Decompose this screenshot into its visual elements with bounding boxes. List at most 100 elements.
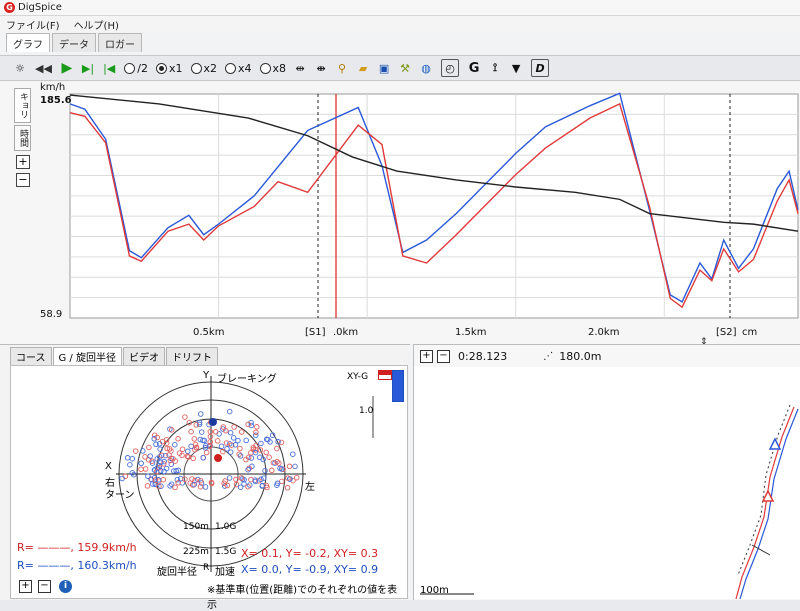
turn-label: ターン bbox=[105, 490, 135, 501]
course-toolbar: + − 0:28.123 ⋰ 180.0m bbox=[414, 347, 800, 365]
search-icon[interactable]: ⚲ bbox=[336, 59, 348, 77]
ring-225m-label: 225m bbox=[183, 547, 209, 557]
tab-video[interactable]: ビデオ bbox=[122, 347, 165, 366]
y-unit-label: km/h bbox=[40, 82, 66, 93]
r-blue-readout: R= ———, 160.3km/h bbox=[17, 559, 137, 572]
tab-time[interactable]: 時間 bbox=[14, 125, 31, 151]
g-point bbox=[138, 466, 144, 472]
save-icon[interactable]: ▣ bbox=[378, 59, 390, 77]
main-tabs: グラフ データ ロガー bbox=[6, 33, 144, 52]
tab-g-radius[interactable]: G / 旋回半径 bbox=[52, 347, 122, 366]
ring-15g-label: 1.5G bbox=[215, 547, 237, 557]
tab-logger[interactable]: ロガー bbox=[98, 33, 142, 52]
g-point bbox=[146, 444, 152, 451]
wand-icon[interactable]: ⚒ bbox=[399, 59, 411, 77]
speed-x4-radio[interactable]: x4 bbox=[225, 62, 252, 75]
speed-half-radio[interactable]: /2 bbox=[124, 62, 148, 75]
tab-data[interactable]: データ bbox=[52, 33, 96, 52]
d-button[interactable]: D bbox=[531, 59, 550, 77]
speed-x8-radio[interactable]: x8 bbox=[259, 61, 287, 75]
info-icon[interactable]: i bbox=[59, 580, 72, 593]
g-point bbox=[237, 484, 244, 490]
expand-horizontal-icon[interactable]: ⇹ bbox=[294, 59, 306, 77]
play-icon[interactable]: ▶ bbox=[61, 59, 73, 77]
plot-area bbox=[69, 93, 799, 319]
stopwatch-icon[interactable]: ◴ bbox=[441, 59, 460, 77]
red-g-marker bbox=[214, 454, 222, 462]
g-point bbox=[182, 414, 188, 420]
bottom-left-tabs: コース G / 旋回半径 ビデオ ドリフト bbox=[10, 347, 219, 366]
xy-g-label: XY-G bbox=[347, 372, 369, 382]
blue-g-marker bbox=[209, 418, 217, 426]
tab-course[interactable]: コース bbox=[10, 347, 52, 366]
g-point bbox=[122, 473, 129, 479]
g-point bbox=[226, 408, 233, 415]
g-point bbox=[269, 467, 275, 474]
x-tick-s2: [S2] bbox=[716, 327, 737, 338]
g-point bbox=[172, 441, 178, 448]
g-point bbox=[290, 451, 296, 457]
g-point bbox=[172, 484, 178, 491]
radio-circle-icon bbox=[190, 62, 202, 74]
speed-x2-radio[interactable]: x2 bbox=[190, 62, 217, 75]
step-forward-icon[interactable]: ▶| bbox=[82, 59, 94, 77]
tab-graph[interactable]: グラフ bbox=[6, 33, 50, 52]
speed-x8-label: x8 bbox=[272, 61, 287, 75]
speed-chart[interactable] bbox=[0, 82, 800, 344]
zoom-out-button[interactable]: − bbox=[16, 173, 30, 187]
g-point bbox=[191, 436, 198, 442]
distance-icon: ⋰ bbox=[543, 350, 554, 362]
g-point bbox=[238, 429, 245, 435]
g-zoom-out-button[interactable]: − bbox=[38, 580, 51, 593]
app-window: G DigSpice ファイル(F) ヘルプ(H) グラフ データ ロガー ☼ … bbox=[0, 0, 800, 611]
g-point bbox=[284, 485, 291, 491]
g-point bbox=[248, 455, 255, 461]
course-map[interactable] bbox=[414, 367, 800, 599]
g-point bbox=[292, 463, 298, 470]
g-point bbox=[266, 454, 272, 460]
step-back-icon[interactable]: |◀ bbox=[103, 59, 115, 77]
xy-g-bar bbox=[392, 370, 404, 402]
g-point bbox=[188, 443, 194, 450]
g-point bbox=[197, 411, 204, 417]
red-legend-swatch bbox=[378, 370, 392, 380]
sun-icon[interactable]: ☼ bbox=[14, 59, 26, 77]
menu-bar: ファイル(F) ヘルプ(H) bbox=[0, 16, 800, 32]
cursor-marker-icon[interactable]: ⟟ bbox=[489, 59, 501, 77]
g-point bbox=[230, 435, 237, 441]
g-point bbox=[200, 455, 207, 461]
g-point bbox=[263, 449, 269, 456]
speed-x1-label: x1 bbox=[168, 61, 183, 75]
g-point bbox=[142, 466, 149, 472]
folder-open-icon[interactable]: ▰ bbox=[357, 59, 369, 77]
course-zoom-in-button[interactable]: + bbox=[420, 349, 433, 363]
g-point bbox=[193, 422, 200, 428]
tab-distance[interactable]: キョリ bbox=[14, 88, 31, 123]
g-point bbox=[198, 429, 205, 435]
y-min-label: 58.9 bbox=[40, 309, 63, 320]
g-point bbox=[212, 429, 219, 435]
zoom-in-button[interactable]: + bbox=[16, 155, 30, 169]
lap-time: 0:28.123 bbox=[458, 349, 508, 363]
course-zoom-out-button[interactable]: − bbox=[437, 349, 450, 363]
triangle-down-icon[interactable]: ▼ bbox=[510, 59, 522, 77]
g-zoom-in-button[interactable]: + bbox=[19, 580, 32, 593]
g-force-area: コース G / 旋回半径 ビデオ ドリフト Y ブレーキング X 右 ターン 左… bbox=[0, 344, 410, 611]
tab-drift[interactable]: ドリフト bbox=[165, 347, 218, 366]
turn-radius-label: 旋回半径 bbox=[157, 567, 197, 578]
globe-icon[interactable]: ◍ bbox=[420, 59, 432, 77]
menu-file[interactable]: ファイル(F) bbox=[0, 17, 68, 32]
g-force-button[interactable]: G bbox=[468, 59, 480, 77]
speed-half-label: /2 bbox=[137, 61, 148, 75]
menu-help[interactable]: ヘルプ(H) bbox=[68, 17, 127, 32]
rewind-fast-icon[interactable]: ◀◀ bbox=[35, 59, 52, 77]
footnote: ※基準車(位置(距離)でのそれぞれの値を表示 bbox=[207, 585, 398, 611]
g-point bbox=[124, 455, 131, 461]
x-tick-cm: cm bbox=[742, 327, 758, 338]
speed-x1-radio[interactable]: x1 bbox=[155, 61, 183, 75]
shrink-horizontal-icon[interactable]: ⇼ bbox=[315, 59, 327, 77]
braking-label: ブレーキング bbox=[217, 374, 277, 385]
map-background bbox=[414, 367, 800, 599]
g-point bbox=[258, 440, 264, 447]
distance-value: 180.0m bbox=[559, 349, 602, 363]
